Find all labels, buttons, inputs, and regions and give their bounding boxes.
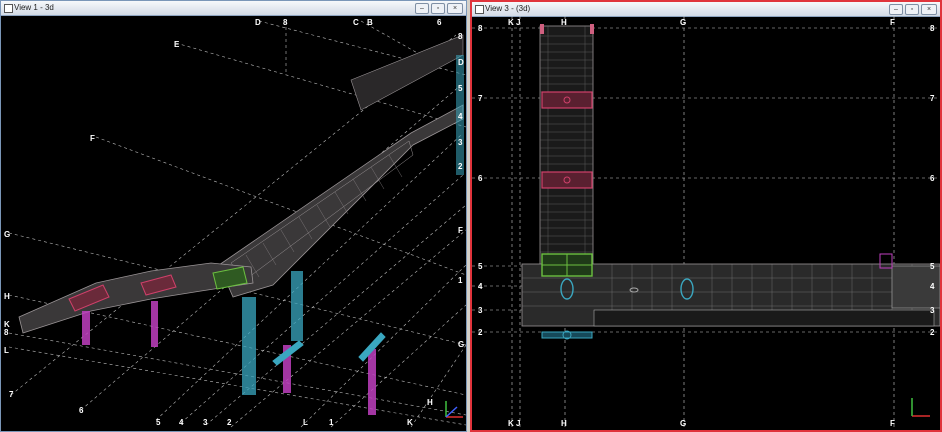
svg-text:2: 2 (930, 328, 935, 337)
restore-button[interactable]: ▫ (431, 3, 445, 14)
svg-text:J: J (516, 18, 520, 27)
svg-text:F: F (890, 419, 895, 428)
svg-text:5: 5 (478, 262, 483, 271)
main-deck[interactable] (218, 34, 464, 298)
svg-text:B: B (367, 18, 373, 27)
svg-text:F: F (458, 226, 463, 235)
svg-text:5: 5 (458, 84, 463, 93)
axis-triad-icon (445, 401, 463, 418)
svg-text:4: 4 (458, 112, 463, 121)
view-1-title: View 1 - 3d (14, 3, 54, 12)
svg-text:2: 2 (227, 418, 232, 427)
view-1-canvas[interactable]: D 8 C B 6 E F G H K 8 L 7 6 5 4 3 2 L 1 (1, 15, 466, 431)
svg-text:L: L (4, 346, 9, 355)
svg-text:H: H (427, 398, 433, 407)
view-1-titlebar[interactable]: View 1 - 3d – ▫ × (1, 1, 466, 16)
svg-text:L: L (303, 418, 308, 427)
close-button[interactable]: × (447, 3, 463, 14)
view-3-window[interactable]: View 3 - (3d) – ▫ × K J H G F K J H G F … (470, 0, 942, 432)
svg-text:8: 8 (4, 328, 9, 337)
svg-text:8: 8 (458, 32, 463, 41)
svg-text:5: 5 (156, 418, 161, 427)
svg-text:1: 1 (329, 418, 334, 427)
plan-vertical-deck[interactable] (539, 24, 594, 267)
view-icon (475, 5, 484, 14)
svg-text:F: F (890, 18, 895, 27)
svg-text:K: K (508, 18, 514, 27)
minimize-button[interactable]: – (415, 3, 429, 14)
svg-text:D: D (255, 18, 261, 27)
svg-text:G: G (680, 419, 686, 428)
view-1-window[interactable]: View 1 - 3d – ▫ × D 8 C B 6 E F G H K 8 … (0, 0, 467, 432)
plan-horizontal-deck[interactable] (521, 253, 940, 340)
svg-text:8: 8 (930, 24, 935, 33)
svg-text:C: C (353, 18, 359, 27)
restore-button[interactable]: ▫ (905, 4, 919, 15)
svg-text:H: H (561, 18, 567, 27)
minimize-button[interactable]: – (889, 4, 903, 15)
svg-text:G: G (4, 230, 10, 239)
view-3-viewport[interactable]: K J H G F K J H G F 8 7 6 5 4 3 2 8 7 6 … (472, 16, 940, 430)
view-3-canvas[interactable]: K J H G F K J H G F 8 7 6 5 4 3 2 8 7 6 … (472, 16, 940, 430)
svg-text:2: 2 (478, 328, 483, 337)
svg-text:1: 1 (458, 276, 463, 285)
svg-text:6: 6 (478, 174, 483, 183)
svg-text:7: 7 (9, 390, 14, 399)
svg-text:8: 8 (478, 24, 483, 33)
svg-text:H: H (4, 292, 10, 301)
svg-text:3: 3 (203, 418, 208, 427)
svg-text:4: 4 (478, 282, 483, 291)
view-3-titlebar[interactable]: View 3 - (3d) – ▫ × (472, 2, 940, 17)
svg-text:J: J (516, 419, 520, 428)
svg-text:3: 3 (930, 306, 935, 315)
svg-text:7: 7 (478, 94, 483, 103)
svg-text:G: G (680, 18, 686, 27)
svg-text:5: 5 (930, 262, 935, 271)
svg-text:H: H (561, 419, 567, 428)
view-icon (4, 4, 13, 13)
view-3-title: View 3 - (3d) (485, 4, 531, 13)
svg-text:2: 2 (458, 162, 463, 171)
svg-text:G: G (458, 340, 464, 349)
svg-text:6: 6 (930, 174, 935, 183)
ramp-deck[interactable] (18, 262, 254, 334)
view-1-viewport[interactable]: D 8 C B 6 E F G H K 8 L 7 6 5 4 3 2 L 1 (1, 15, 466, 431)
svg-text:6: 6 (437, 18, 442, 27)
svg-text:E: E (174, 40, 180, 49)
svg-text:8: 8 (283, 18, 288, 27)
svg-text:3: 3 (478, 306, 483, 315)
svg-text:6: 6 (79, 406, 84, 415)
axis-triad-icon (911, 398, 930, 417)
close-button[interactable]: × (921, 4, 937, 15)
svg-text:D: D (458, 58, 464, 67)
svg-text:7: 7 (930, 94, 935, 103)
svg-text:4: 4 (930, 282, 935, 291)
svg-text:K: K (407, 418, 413, 427)
svg-text:K: K (508, 419, 514, 428)
svg-text:F: F (90, 134, 95, 143)
svg-text:3: 3 (458, 138, 463, 147)
svg-text:4: 4 (179, 418, 184, 427)
